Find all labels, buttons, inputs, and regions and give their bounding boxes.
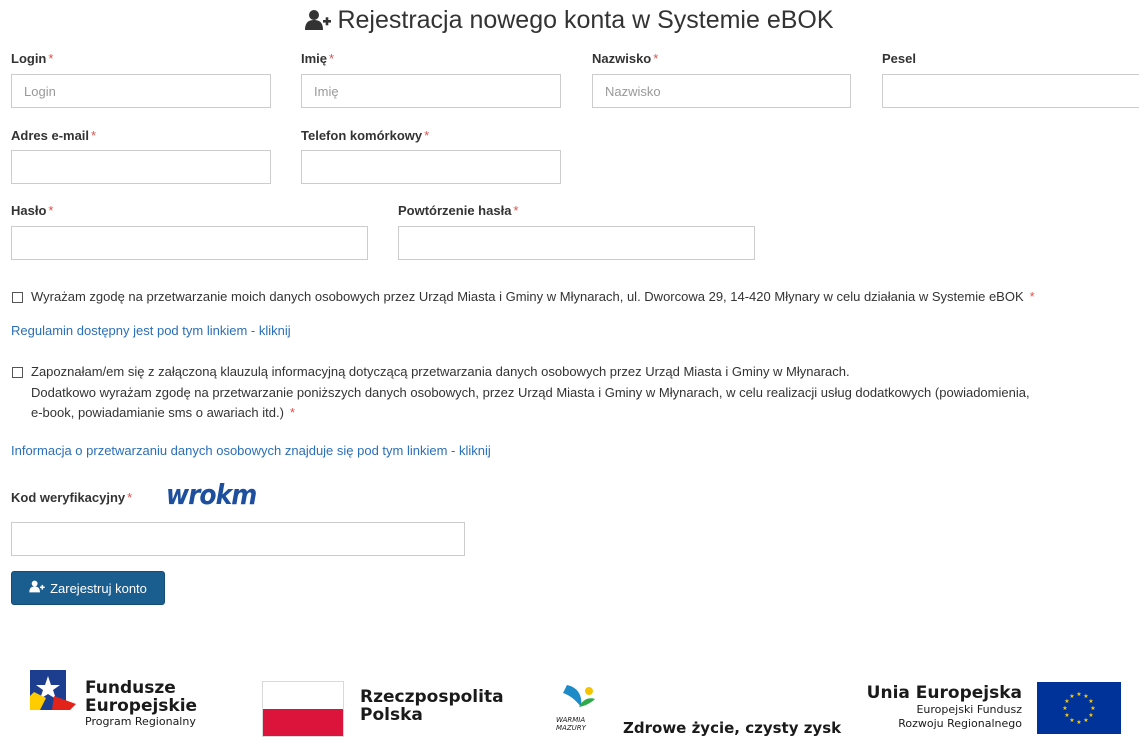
page-title: Rejestracja nowego konta w Systemie eBOK	[0, 6, 1139, 38]
pl-flag-icon	[262, 681, 344, 737]
wm-slogan: Zdrowe życie, czysty zysk	[623, 719, 842, 737]
login-label: Login *	[11, 51, 54, 66]
fe-logo-icon	[30, 670, 76, 710]
wm-logo-icon	[553, 681, 605, 717]
email-label: Adres e-mail *	[11, 128, 97, 143]
imie-input[interactable]	[301, 74, 561, 108]
add-user-icon	[29, 580, 45, 596]
consent1-text: Wyrażam zgodę na przetwarzanie moich dan…	[31, 289, 1035, 304]
rp-logo-text: Rzeczpospolita Polska	[360, 687, 504, 725]
register-button-label: Zarejestruj konto	[50, 580, 147, 596]
svg-text:★: ★	[1069, 717, 1074, 724]
pesel-input[interactable]	[882, 74, 1139, 108]
nazwisko-label: Nazwisko *	[592, 51, 659, 66]
register-button[interactable]: Zarejestruj konto	[11, 571, 165, 605]
captcha-image: wrokm	[166, 478, 257, 511]
consent1-checkbox[interactable]	[12, 292, 23, 303]
fe-logo-text: Fundusze Europejskie Program Regionalny	[85, 678, 198, 728]
powtorzenie-label: Powtórzenie hasła *	[398, 203, 519, 218]
email-input[interactable]	[11, 150, 271, 184]
info-link[interactable]: Informacja o przetwarzaniu danych osobow…	[11, 443, 491, 458]
consent2-line2: Dodatkowo wyrażam zgodę na przetwarzanie…	[31, 385, 1030, 400]
svg-text:★: ★	[1076, 719, 1081, 726]
svg-text:★: ★	[1088, 712, 1093, 719]
login-input[interactable]	[11, 74, 271, 108]
add-user-icon	[305, 9, 332, 38]
svg-text:★: ★	[1083, 717, 1088, 724]
wm-logo-mark: WARMIA MAZURY	[556, 716, 586, 732]
haslo-input[interactable]	[11, 226, 368, 260]
consent2-checkbox[interactable]	[12, 367, 23, 378]
svg-text:★: ★	[1062, 705, 1067, 712]
haslo-label: Hasło *	[11, 203, 54, 218]
consent2-line1: Zapoznałam/em się z załączoną klauzulą i…	[31, 364, 850, 379]
pesel-label: Pesel	[882, 51, 916, 66]
svg-text:★: ★	[1090, 705, 1095, 712]
eu-flag-icon: ★ ★ ★ ★ ★ ★ ★ ★ ★ ★ ★ ★	[1037, 682, 1121, 734]
telefon-label: Telefon komórkowy *	[301, 128, 430, 143]
nazwisko-input[interactable]	[592, 74, 851, 108]
telefon-input[interactable]	[301, 150, 561, 184]
powtorzenie-input[interactable]	[398, 226, 755, 260]
svg-text:★: ★	[1088, 698, 1093, 705]
svg-text:★: ★	[1076, 691, 1081, 698]
kod-label: Kod weryfikacyjny *	[11, 490, 133, 505]
page-title-text: Rejestracja nowego konta w Systemie eBOK	[337, 6, 834, 34]
consent2-line3: e-book, powiadamianie sms o awariach itd…	[31, 405, 295, 420]
svg-text:★: ★	[1069, 693, 1074, 700]
imie-label: Imię *	[301, 51, 335, 66]
svg-text:★: ★	[1064, 712, 1069, 719]
kod-input[interactable]	[11, 522, 465, 556]
regulamin-link[interactable]: Regulamin dostępny jest pod tym linkiem …	[11, 323, 291, 338]
ue-logo-text: Unia Europejska Europejski Fundusz Rozwo…	[866, 683, 1022, 730]
